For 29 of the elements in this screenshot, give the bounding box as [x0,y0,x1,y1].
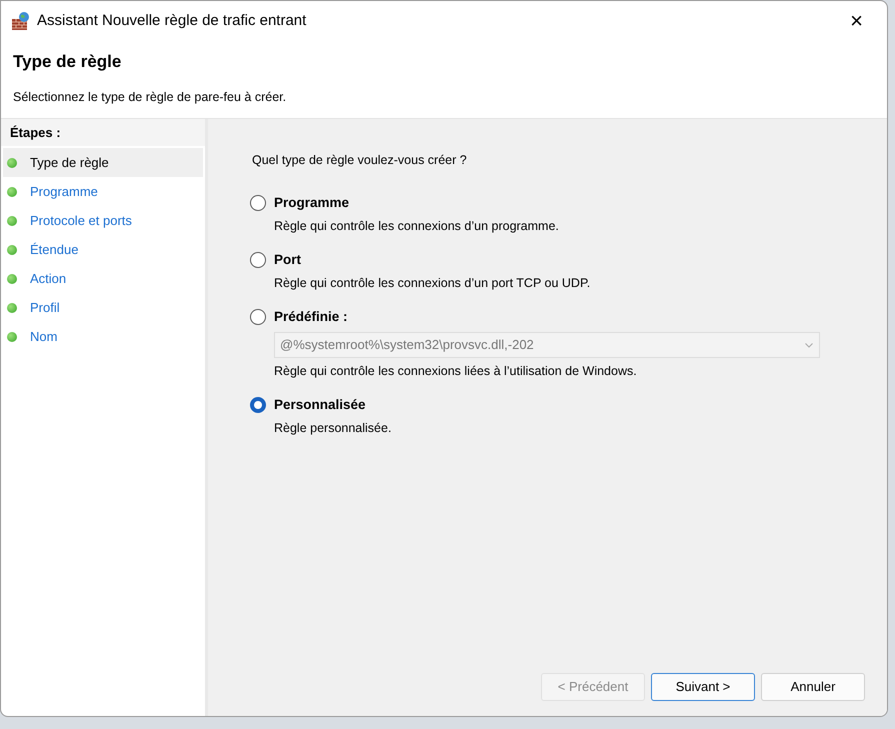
option-description: Règle qui contrôle les connexions liées à l’utilisation de Windows. [274,363,638,380]
window-title: Assistant Nouvelle règle de trafic entrant [37,10,306,31]
step-item[interactable]: Protocole et ports [3,206,203,235]
radio-button[interactable] [250,252,266,268]
close-button[interactable]: × [842,10,871,32]
chevron-down-icon [805,342,813,348]
option-label: Prédéfinie : [274,308,348,326]
firewall-icon [11,11,31,31]
step-item[interactable]: Profil [3,293,203,322]
steps-heading: Étapes : [1,119,205,146]
option-description: Règle qui contrôle les connexions d’un programme. [274,218,560,235]
radio-button[interactable] [250,308,266,325]
step-item[interactable]: Étendue [3,235,203,264]
step-item[interactable]: Action [3,264,203,293]
page-heading: Type de règle [13,51,122,73]
step-item[interactable]: Nom [3,322,203,351]
option-label: Programme [274,194,350,212]
wizard-button[interactable]: Suivant > [651,673,755,701]
radio-button[interactable] [250,194,266,211]
wizard-button[interactable]: Annuler [761,673,865,701]
option-label: Personnalisée [274,396,366,414]
radio-button[interactable] [250,396,266,413]
option-label: Port [274,250,301,269]
option-description: Règle qui contrôle les connexions d’un port TCP ou UDP. [274,275,592,292]
option-description: Règle personnalisée. [274,420,392,437]
step-item[interactable]: Programme [3,177,203,206]
step-item[interactable]: Type de règle [3,148,203,177]
page-subtitle: Sélectionnez le type de règle de pare-feu à créer. [13,88,288,106]
question-text: Quel type de règle voulez-vous créer ? [252,152,468,169]
